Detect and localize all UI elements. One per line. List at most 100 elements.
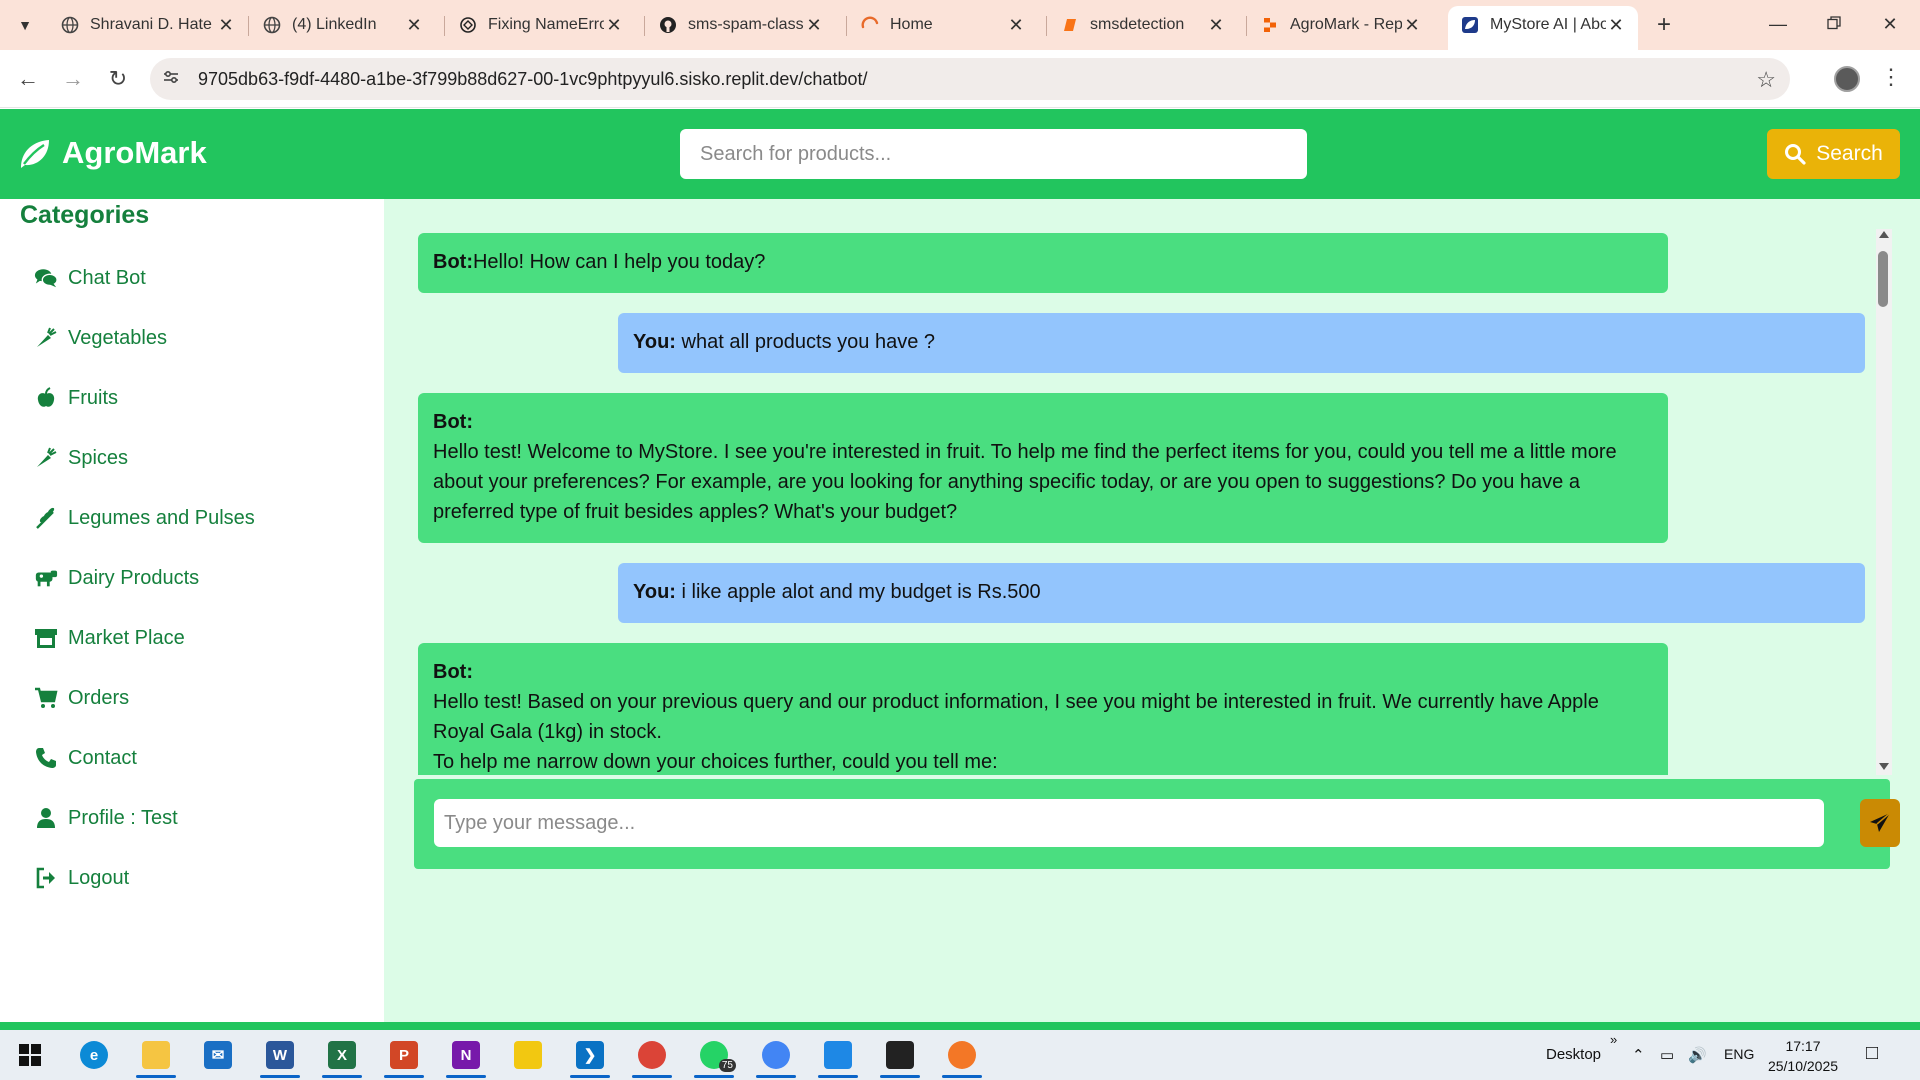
- tab-title: Home: [890, 16, 933, 33]
- close-tab-icon[interactable]: ✕: [216, 15, 236, 36]
- sidebar-item-legumes[interactable]: Legumes and Pulses: [34, 503, 255, 533]
- bot-message: Bot: Hello test! Welcome to MyStore. I s…: [418, 393, 1668, 543]
- sidebar: Categories Chat Bot Vegetables Fruits Sp…: [0, 199, 384, 1022]
- taskbar-whatsapp[interactable]: 75: [692, 1036, 736, 1078]
- message-text: Hello test! Welcome to MyStore. I see yo…: [433, 441, 1617, 523]
- tab-title: Shravani D. Hate: [90, 16, 212, 33]
- browser-tab[interactable]: (4) LinkedIn ✕: [250, 6, 436, 44]
- close-tab-icon[interactable]: ✕: [404, 15, 424, 36]
- github-icon: [658, 15, 678, 35]
- sidebar-item-fruits[interactable]: Fruits: [34, 383, 118, 413]
- search-button[interactable]: Search: [1767, 129, 1900, 179]
- sidebar-item-chat-bot[interactable]: Chat Bot: [34, 263, 146, 293]
- browser-tab[interactable]: Fixing NameErro ✕: [446, 6, 636, 44]
- running-indicator: [818, 1075, 858, 1078]
- paper-plane-icon: [1870, 812, 1891, 832]
- site-info-icon[interactable]: [162, 68, 184, 90]
- forward-button[interactable]: →: [55, 61, 91, 97]
- brand-name: AgroMark: [62, 135, 207, 170]
- tab-search-button[interactable]: ▼: [8, 10, 42, 40]
- logout-icon: [34, 866, 58, 890]
- sidebar-item-dairy[interactable]: Dairy Products: [34, 563, 199, 593]
- chat-scrollbar[interactable]: [1876, 229, 1892, 775]
- taskbar-jupyter[interactable]: [940, 1036, 984, 1078]
- sidebar-item-vegetables[interactable]: Vegetables: [34, 323, 167, 353]
- taskbar-photos[interactable]: [816, 1036, 860, 1078]
- running-indicator: [756, 1075, 796, 1078]
- back-button[interactable]: ←: [10, 61, 46, 97]
- tab-title: smsdetection: [1090, 16, 1185, 33]
- close-tab-icon[interactable]: ✕: [1606, 15, 1626, 36]
- message-text: i like apple alot and my budget is Rs.50…: [681, 581, 1041, 603]
- close-tab-icon[interactable]: ✕: [1006, 15, 1026, 36]
- system-clock[interactable]: 17:17 25/10/2025: [1760, 1036, 1846, 1076]
- restore-button[interactable]: [1806, 0, 1862, 48]
- language-indicator[interactable]: ENG: [1724, 1046, 1754, 1062]
- close-window-button[interactable]: ✕: [1862, 0, 1918, 48]
- start-button[interactable]: [8, 1036, 52, 1074]
- taskbar-mail[interactable]: ✉: [196, 1036, 240, 1074]
- taskbar-excel[interactable]: X: [320, 1036, 364, 1078]
- battery-icon[interactable]: ▭: [1660, 1046, 1674, 1064]
- toolbar-expand-icon[interactable]: »: [1610, 1032, 1617, 1047]
- send-button[interactable]: [1860, 799, 1900, 847]
- sidebar-item-spices[interactable]: Spices: [34, 443, 128, 473]
- taskbar-word[interactable]: W: [258, 1036, 302, 1078]
- clock-time: 17:17: [1785, 1038, 1821, 1054]
- taskbar-vscode[interactable]: ❯: [568, 1036, 612, 1078]
- new-tab-button[interactable]: +: [1648, 10, 1680, 40]
- browser-tab[interactable]: Shravani D. Hate ✕: [48, 6, 248, 44]
- sidebar-item-logout[interactable]: Logout: [34, 863, 129, 893]
- brand-logo[interactable]: AgroMark: [18, 135, 207, 171]
- taskbar-powerbi[interactable]: [506, 1036, 550, 1074]
- sidebar-item-contact[interactable]: Contact: [34, 743, 137, 773]
- reload-icon: ↻: [108, 66, 128, 91]
- close-tab-icon[interactable]: ✕: [1206, 15, 1226, 36]
- scrollbar-thumb[interactable]: [1878, 251, 1888, 307]
- taskbar-chrome-profile[interactable]: [630, 1036, 674, 1078]
- avatar[interactable]: [1834, 66, 1860, 92]
- close-tab-icon[interactable]: ✕: [804, 15, 824, 36]
- browser-tab-active[interactable]: MyStore AI | Abo ✕: [1448, 6, 1638, 50]
- volume-icon[interactable]: 🔊: [1688, 1046, 1707, 1064]
- taskbar-powerpoint[interactable]: P: [382, 1036, 426, 1078]
- chat-icon: [34, 266, 58, 290]
- browser-tab[interactable]: smsdetection ✕: [1048, 6, 1238, 44]
- scroll-up-icon[interactable]: [1879, 231, 1889, 238]
- sidebar-item-orders[interactable]: Orders: [34, 683, 129, 713]
- close-tab-icon[interactable]: ✕: [604, 15, 624, 36]
- browser-tab[interactable]: sms-spam-classi ✕: [646, 6, 836, 44]
- close-tab-icon[interactable]: ✕: [1402, 15, 1422, 36]
- reload-button[interactable]: ↻: [100, 61, 136, 97]
- notification-badge: 75: [718, 1059, 736, 1072]
- taskbar-edge[interactable]: e: [72, 1036, 116, 1074]
- url-field[interactable]: 9705db63-f9df-4480-a1be-3f799b88d627-00-…: [150, 58, 1790, 100]
- more-menu-icon[interactable]: ⋮: [1880, 64, 1902, 90]
- bookmark-star-icon[interactable]: ☆: [1756, 67, 1776, 93]
- sidebar-item-profile[interactable]: Profile : Test: [34, 803, 178, 833]
- taskbar-onenote[interactable]: N: [444, 1036, 488, 1078]
- search-input[interactable]: [680, 129, 1307, 179]
- user-message: You: i like apple alot and my budget is …: [618, 563, 1865, 623]
- notifications-icon[interactable]: □: [1866, 1042, 1878, 1065]
- browser-tab[interactable]: AgroMark - Repl ✕: [1248, 6, 1434, 44]
- message-sender: Bot:: [433, 251, 473, 273]
- desktop-toolbar-label[interactable]: Desktop: [1546, 1046, 1601, 1063]
- minimize-button[interactable]: —: [1750, 0, 1806, 48]
- address-bar-row: ← → ↻ 9705db63-f9df-4480-a1be-3f799b88d6…: [0, 50, 1920, 108]
- taskbar-terminal[interactable]: [878, 1036, 922, 1078]
- sidebar-item-label: Contact: [68, 746, 137, 769]
- browser-tab[interactable]: Home ✕: [848, 6, 1038, 44]
- url-text: 9705db63-f9df-4480-a1be-3f799b88d627-00-…: [198, 68, 868, 89]
- scroll-down-icon[interactable]: [1879, 763, 1889, 770]
- taskbar-file-explorer[interactable]: [134, 1036, 178, 1078]
- sidebar-item-market-place[interactable]: Market Place: [34, 623, 185, 653]
- phone-icon: [34, 746, 58, 770]
- sidebar-item-label: Logout: [68, 866, 130, 889]
- taskbar-chrome[interactable]: [754, 1036, 798, 1078]
- message-input[interactable]: [434, 799, 1824, 847]
- chat-messages[interactable]: Bot:Hello! How can I help you today? You…: [418, 229, 1874, 775]
- openai-icon: [458, 15, 478, 35]
- chevron-up-icon[interactable]: ⌃: [1632, 1046, 1645, 1064]
- clock-date: 25/10/2025: [1767, 1058, 1839, 1074]
